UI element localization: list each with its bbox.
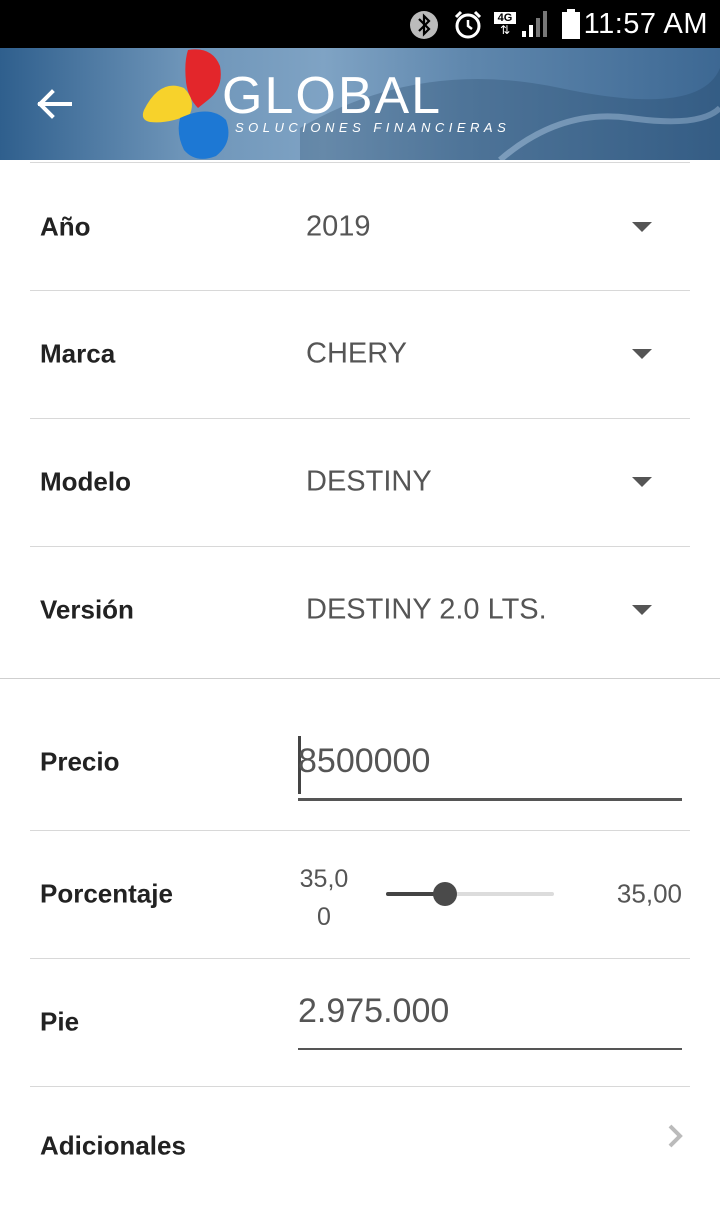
modelo-value[interactable]: DESTINY [306,466,432,499]
app-header: GLOBAL SOLUCIONES FINANCIERAS [0,48,720,160]
chevron-right-icon[interactable] [664,1122,686,1150]
pie-value[interactable]: 2.975.000 [298,992,449,1031]
ano-value[interactable]: 2019 [306,210,371,243]
status-time: 11:57 AM [583,8,708,40]
marca-select-row[interactable]: Marca CHERY [30,290,690,419]
brand-title: GLOBAL [222,67,443,125]
version-label: Versión [40,594,134,625]
porcentaje-row: Porcentaje 35,0 0 35,00 [30,830,690,959]
marca-value[interactable]: CHERY [306,338,407,371]
4g-icon: 4G ⇅ [494,12,516,36]
bluetooth-icon [410,11,438,39]
caret-down-icon[interactable] [632,349,652,359]
modelo-label: Modelo [40,466,131,497]
alarm-icon [454,10,482,39]
precio-value[interactable]: 8500000 [298,742,430,781]
slider-max-value: 35,00 [616,878,682,909]
pie-input[interactable]: 2.975.000 [298,982,682,1050]
status-bar: 4G ⇅ 11:57 AM [0,0,720,48]
caret-down-icon[interactable] [632,221,652,232]
precio-row: Precio 8500000 [30,702,690,831]
caret-down-icon[interactable] [632,477,652,487]
marca-label: Marca [40,338,116,369]
precio-label: Precio [40,746,120,777]
slider-thumb[interactable] [432,882,457,906]
precio-input[interactable]: 8500000 [298,732,682,801]
battery-icon [562,9,580,39]
version-select-row[interactable]: Versión DESTINY 2.0 LTS. [30,546,690,674]
version-value[interactable]: DESTINY 2.0 LTS. [306,594,547,627]
adicionales-label: Adicionales [40,1130,186,1161]
caret-down-icon[interactable] [632,605,652,615]
section-divider [0,678,720,679]
porcentaje-label: Porcentaje [40,878,173,909]
slider-min-value: 35,0 0 [299,865,349,931]
modelo-select-row[interactable]: Modelo DESTINY [30,418,690,547]
global-logo-icon [142,49,229,159]
ano-label: Año [40,211,91,241]
back-arrow-icon[interactable] [30,84,82,124]
adicionales-row[interactable]: Adicionales [30,1086,690,1214]
pie-label: Pie [40,1006,80,1037]
signal-icon [522,11,547,37]
brand-subtitle: SOLUCIONES FINANCIERAS [235,120,511,135]
pie-row: Pie 2.975.000 [30,958,690,1087]
porcentaje-slider[interactable] [386,882,554,906]
ano-select-row[interactable]: Año 2019 [30,162,690,291]
